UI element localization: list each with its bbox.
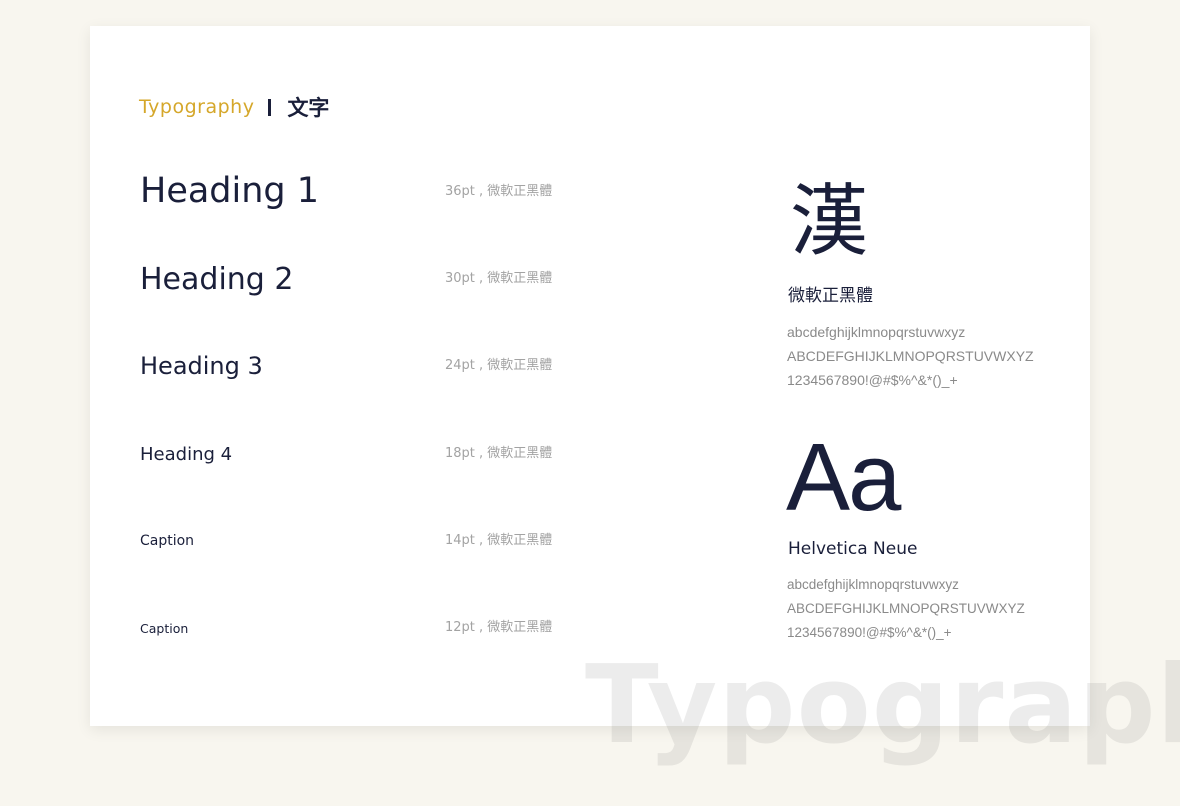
- specimen-uppercase-zh: ABCDEFGHIJKLMNOPQRSTUVWXYZ: [787, 348, 1034, 364]
- specimen-lowercase-en: abcdefghijklmnopqrstuvwxyz: [787, 577, 959, 592]
- section-title-zh: 文字: [287, 96, 330, 120]
- specimen-uppercase-en: ABCDEFGHIJKLMNOPQRSTUVWXYZ: [787, 601, 1025, 616]
- section-title-en: Typography: [139, 96, 255, 118]
- title-divider: [268, 98, 272, 116]
- specimen-lowercase-zh: abcdefghijklmnopqrstuvwxyz: [787, 324, 966, 340]
- type-spec-heading-2: 30pt , 微軟正黑體: [445, 271, 553, 286]
- type-sample-heading-3: Heading 3: [140, 352, 263, 380]
- type-spec-heading-4: 18pt , 微軟正黑體: [445, 446, 553, 461]
- type-sample-heading-2: Heading 2: [140, 261, 294, 297]
- type-spec-heading-3: 24pt , 微軟正黑體: [445, 358, 553, 373]
- specimen-font-name-en: Helvetica Neue: [788, 539, 918, 559]
- specimen-digits-en: 1234567890!@#$%^&*()_+: [787, 625, 952, 640]
- type-sample-heading-1: Heading 1: [140, 171, 320, 211]
- type-sample-heading-4: Heading 4: [140, 443, 233, 465]
- type-sample-caption-12: Caption: [140, 620, 189, 636]
- type-spec-heading-1: 36pt , 微軟正黑體: [445, 184, 553, 199]
- specimen-glyph-han: 漢: [790, 177, 869, 267]
- specimen-font-name-zh: 微軟正黑體: [788, 286, 873, 306]
- specimen-digits-zh: 1234567890!@#$%^&*()_+: [787, 372, 958, 388]
- specimen-glyph-aa: Aa: [786, 424, 901, 531]
- type-spec-caption-12: 12pt , 微軟正黑體: [445, 620, 553, 635]
- type-spec-caption-14: 14pt , 微軟正黑體: [445, 533, 553, 548]
- type-sample-caption-14: Caption: [140, 533, 195, 549]
- section-title: Typography 文字: [139, 92, 329, 122]
